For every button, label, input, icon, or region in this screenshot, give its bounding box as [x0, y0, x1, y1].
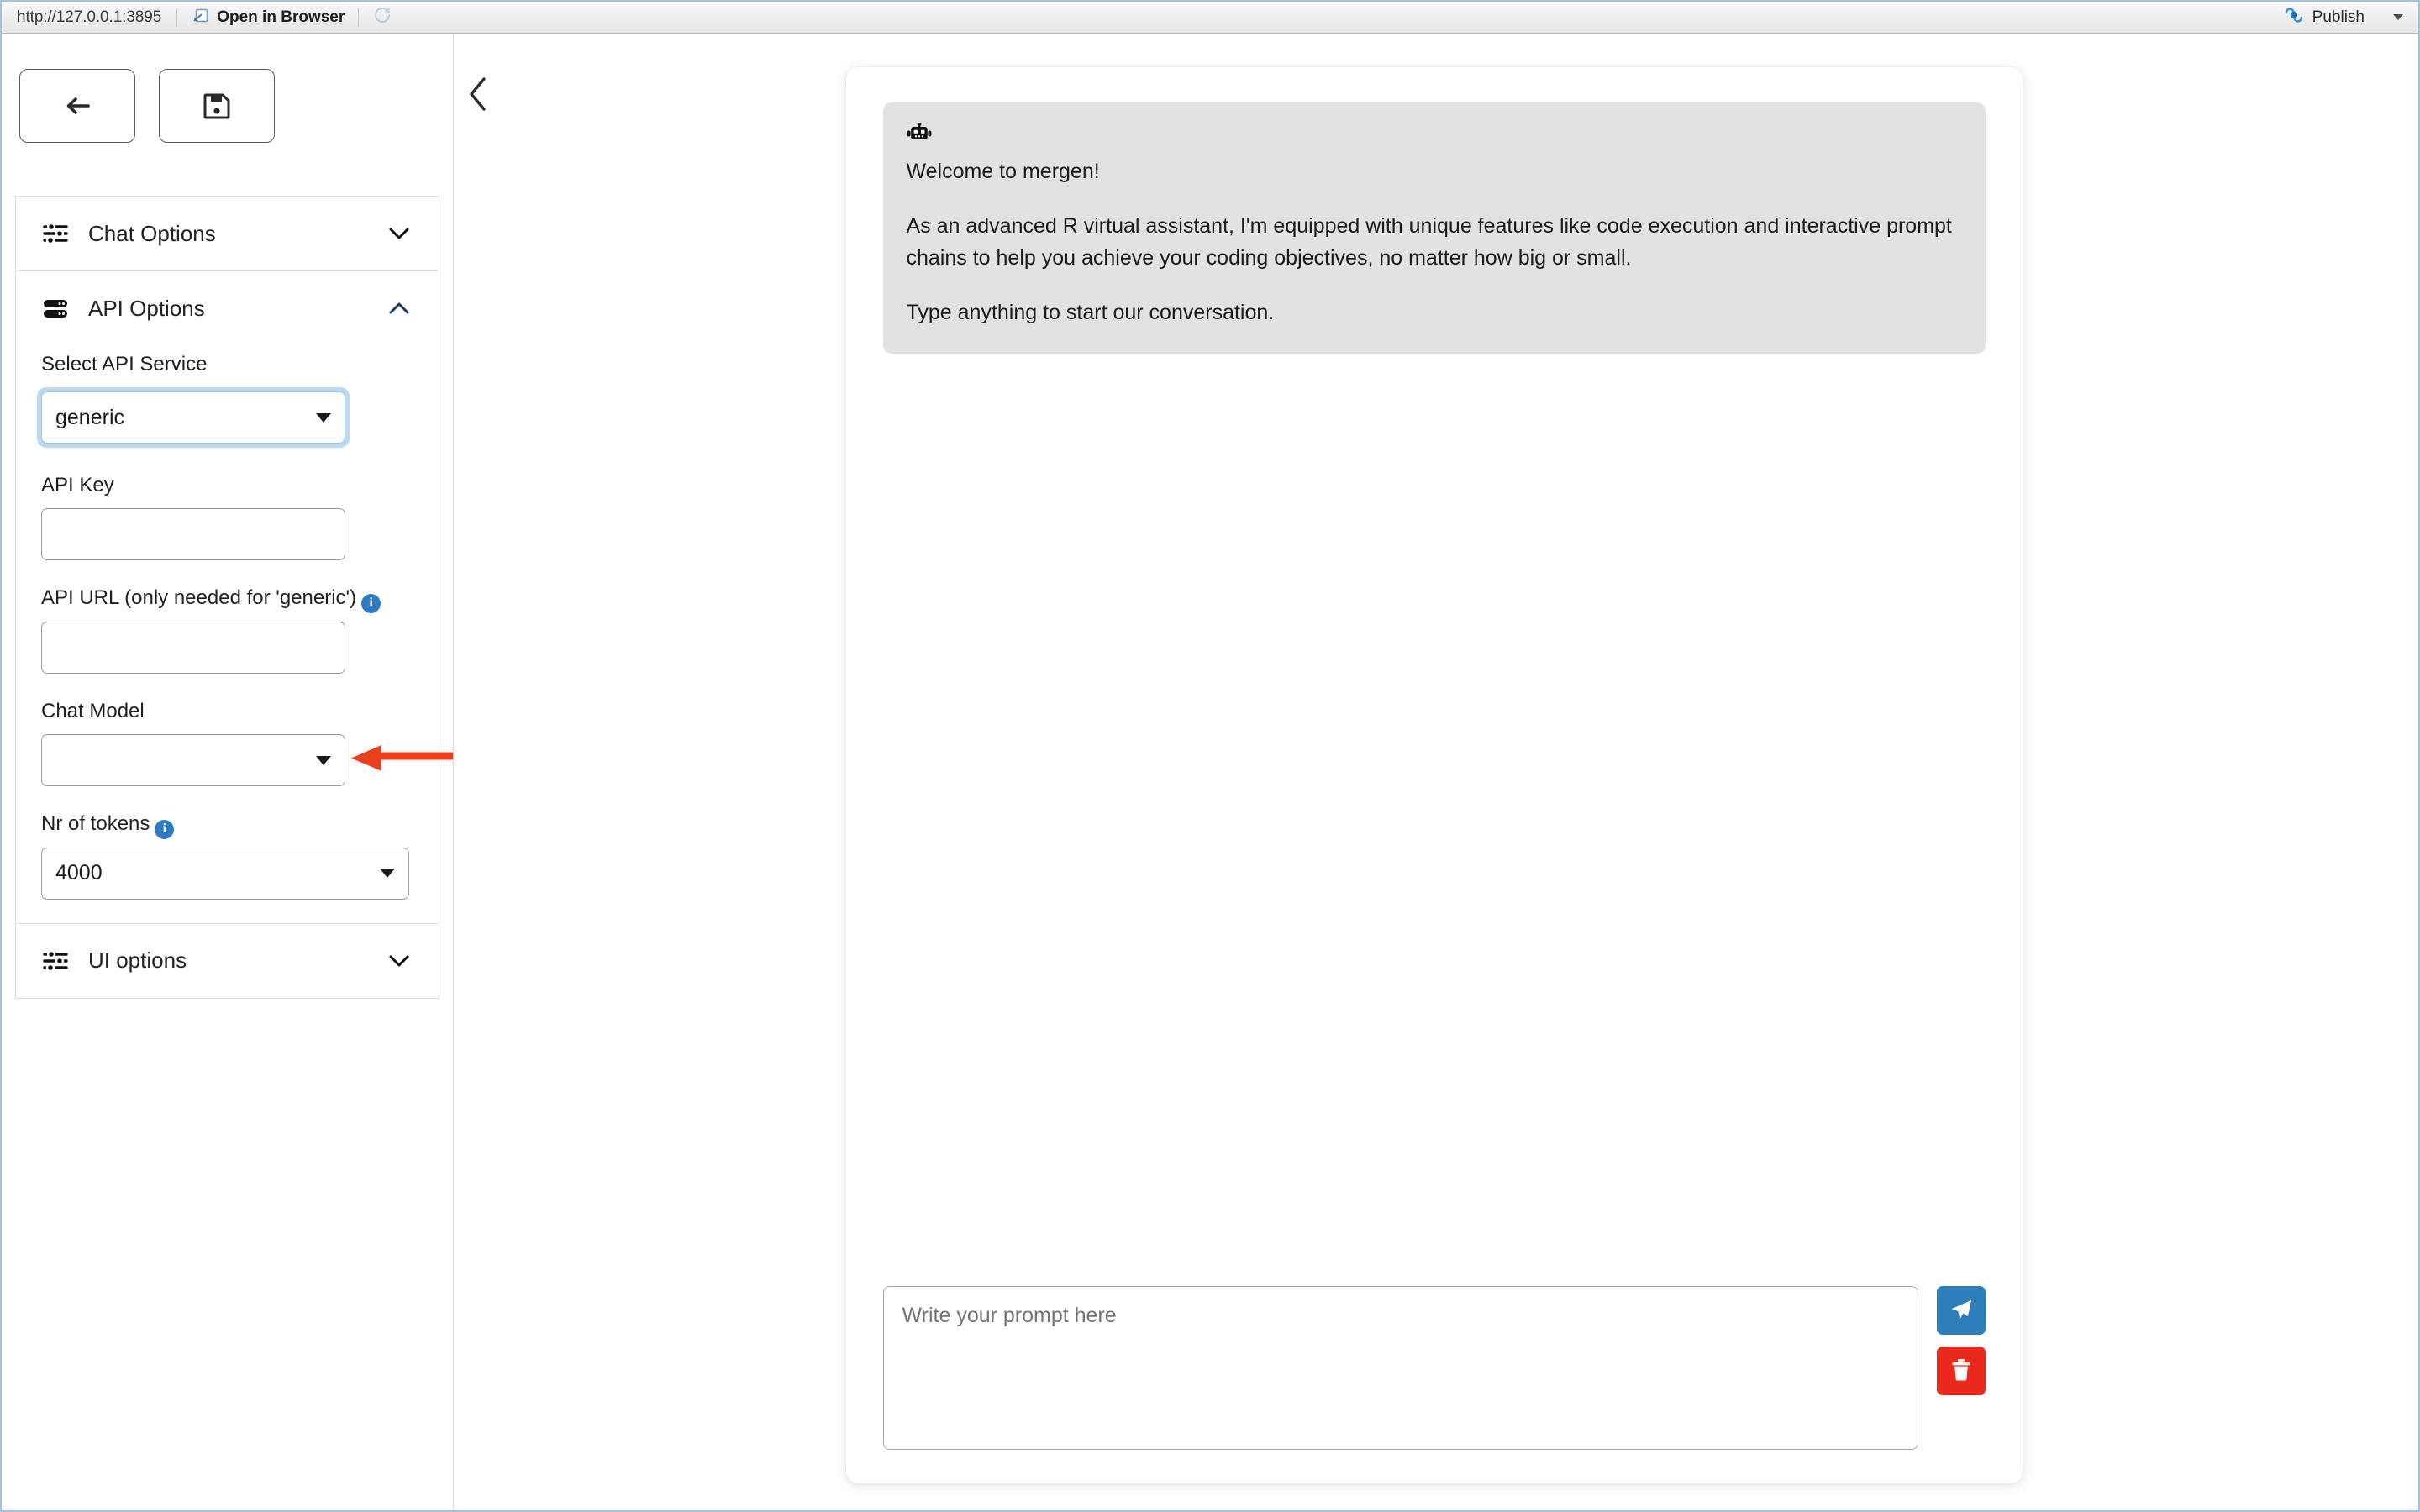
floppy-disk-save-icon [201, 90, 233, 122]
viewer-toolbar: http://127.0.0.1:3895 Open in Browser Pu… [2, 2, 2418, 34]
arrow-left-icon [60, 89, 94, 123]
label-api-url-text: API URL (only needed for 'generic') [41, 586, 357, 610]
api-options-body: Select API Service generic API Key API U… [16, 350, 439, 923]
sliders-icon [41, 219, 70, 248]
toolbar-right-group: Publish [2270, 4, 2410, 30]
label-select-api-service: Select API Service [41, 353, 208, 375]
info-icon[interactable]: i [361, 594, 381, 614]
chevron-up-icon[interactable] [385, 294, 413, 323]
sidebar: Chat Options API Options Select API Serv… [2, 34, 454, 1510]
accordion-label-ui-options: UI options [88, 948, 187, 974]
prompt-input[interactable] [882, 1286, 1918, 1450]
message-line: Welcome to mergen! [906, 160, 1100, 183]
nr-of-tokens-value: 4000 [55, 861, 103, 885]
label-api-key: API Key [41, 474, 114, 497]
send-button[interactable] [1936, 1286, 1986, 1335]
chevron-left-icon[interactable] [463, 74, 495, 118]
viewer-url: http://127.0.0.1:3895 [17, 8, 162, 26]
trash-delete-icon [1950, 1358, 1972, 1384]
accordion-header-ui-options[interactable]: UI options [16, 923, 439, 998]
accordion-header-api-options[interactable]: API Options [16, 271, 439, 345]
publish-icon [2283, 4, 2305, 30]
api-url-input[interactable] [41, 622, 345, 675]
field-nr-of-tokens: Nr of tokens i 4000 [41, 810, 413, 900]
assistant-message: Welcome to mergen! As an advanced R virt… [882, 102, 1986, 354]
sidebar-toolbar [19, 69, 439, 143]
label-chat-model: Chat Model [41, 700, 145, 723]
clear-chat-button[interactable] [1936, 1347, 1986, 1395]
open-in-browser-label: Open in Browser [217, 8, 345, 26]
panel-chat-options: Chat Options [15, 196, 439, 271]
field-api-key: API Key [41, 471, 413, 561]
info-icon[interactable]: i [155, 819, 175, 839]
sidebar-collapse-column [454, 34, 504, 1510]
refresh-icon [372, 5, 392, 29]
panel-ui-options: UI options [15, 923, 439, 999]
composer-buttons [1936, 1286, 1986, 1395]
chat-main: Welcome to mergen! As an advanced R virt… [504, 34, 2418, 1510]
save-button[interactable] [159, 69, 275, 143]
message-line: As an advanced R virtual assistant, I'm … [906, 214, 1952, 270]
label-api-url: API URL (only needed for 'generic') i [41, 584, 413, 614]
accordion-label-chat-options: Chat Options [88, 220, 216, 246]
server-icon [41, 294, 70, 323]
publish-dropdown-caret-icon[interactable] [2393, 14, 2403, 20]
sliders-icon [41, 947, 70, 975]
external-window-icon [191, 6, 209, 29]
open-in-browser-button[interactable]: Open in Browser [177, 2, 358, 33]
field-api-url: API URL (only needed for 'generic') i [41, 584, 413, 675]
chat-messages: Welcome to mergen! As an advanced R virt… [882, 102, 1986, 1266]
paper-plane-send-icon [1949, 1297, 1974, 1325]
nr-of-tokens-select[interactable]: 4000 [41, 847, 409, 900]
chevron-down-icon[interactable] [385, 947, 413, 975]
field-select-api-service: Select API Service generic [37, 350, 413, 449]
select-api-service-focus-ring: generic [37, 387, 350, 449]
message-line: Type anything to start our conversation. [906, 301, 1275, 324]
sidebar-accordion: Chat Options API Options Select API Serv… [15, 196, 439, 999]
rstudio-viewer-pane: http://127.0.0.1:3895 Open in Browser Pu… [0, 0, 2420, 1512]
chat-model-select[interactable] [41, 734, 345, 787]
accordion-header-chat-options[interactable]: Chat Options [16, 197, 439, 270]
select-api-service-value: generic [55, 405, 124, 429]
chevron-down-icon[interactable] [385, 219, 413, 248]
publish-label: Publish [2312, 8, 2365, 26]
caret-down-icon [380, 869, 395, 879]
caret-down-icon [316, 755, 331, 765]
panel-api-options: API Options Select API Service generic A… [15, 271, 439, 924]
accordion-label-api-options: API Options [88, 295, 205, 321]
select-api-service[interactable]: generic [41, 391, 345, 444]
caret-down-icon [316, 412, 331, 423]
chat-card: Welcome to mergen! As an advanced R virt… [845, 67, 2023, 1483]
chat-composer [882, 1286, 1986, 1450]
app-viewport: Chat Options API Options Select API Serv… [2, 34, 2418, 1510]
back-button[interactable] [19, 69, 135, 143]
label-nr-of-tokens-text: Nr of tokens [41, 812, 150, 836]
field-chat-model: Chat Model [41, 697, 413, 787]
refresh-button[interactable] [359, 2, 406, 33]
label-nr-of-tokens: Nr of tokens i [41, 810, 413, 839]
robot-icon [907, 122, 1962, 150]
api-key-input[interactable] [41, 508, 345, 561]
publish-button[interactable]: Publish [2270, 4, 2378, 30]
